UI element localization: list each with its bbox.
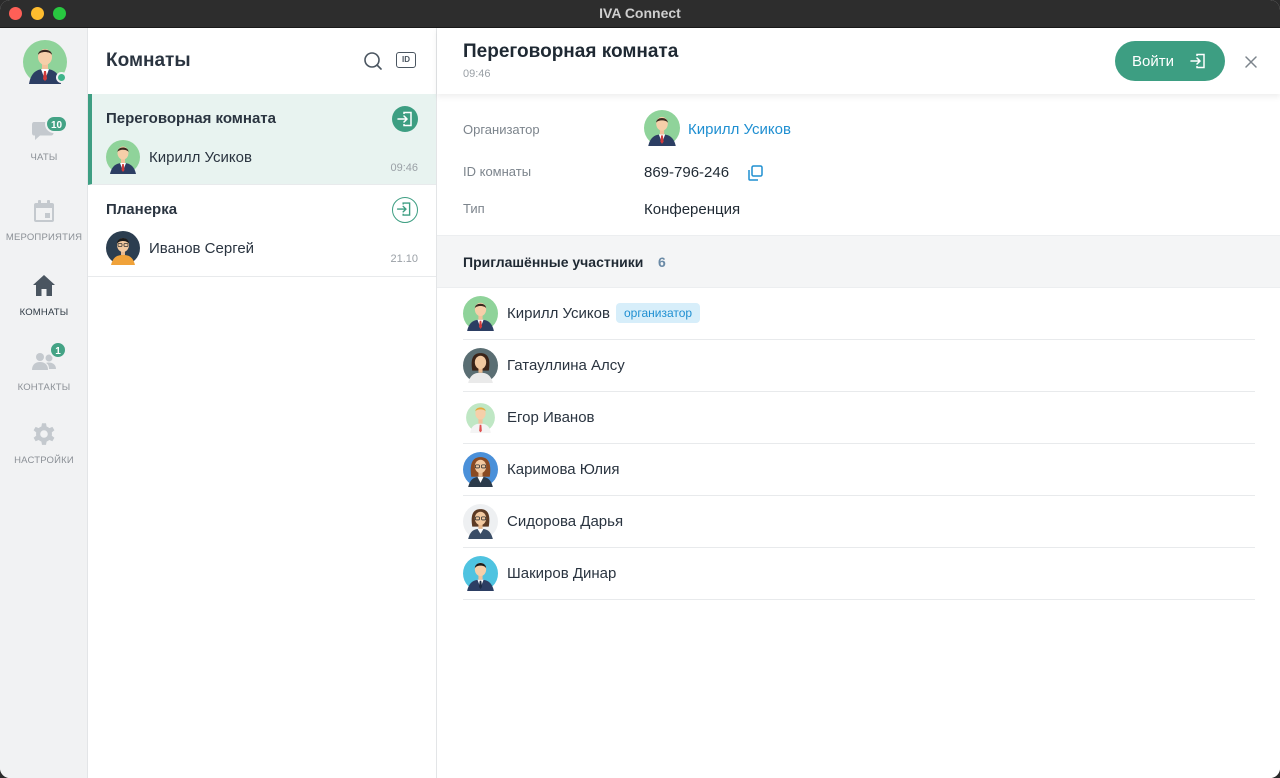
join-room-icon[interactable] bbox=[392, 197, 418, 223]
participant-avatar bbox=[466, 403, 495, 433]
type-label: Тип bbox=[463, 201, 485, 216]
participant-row[interactable]: Сидорова Дарья bbox=[463, 496, 1255, 548]
chats-unread-badge: 10 bbox=[45, 115, 69, 133]
join-room-icon[interactable] bbox=[392, 106, 418, 132]
room-name: Переговорная комната bbox=[106, 110, 276, 127]
join-button-label: Войти bbox=[1132, 53, 1174, 70]
nav-settings[interactable]: НАСТРОЙКИ bbox=[0, 421, 88, 466]
title-bar: IVA Connect bbox=[0, 0, 1280, 28]
room-detail-panel: Переговорная комната 09:46 Войти Организ… bbox=[437, 28, 1280, 778]
nav-rooms-label: КОМНАТЫ bbox=[19, 307, 69, 318]
organizer-label: Организатор bbox=[463, 122, 540, 137]
contacts-badge: 1 bbox=[49, 341, 67, 359]
online-status-indicator bbox=[56, 72, 67, 83]
nav-chats[interactable]: ЧАТЫ 10 bbox=[0, 115, 88, 163]
app-window: IVA Connect ЧАТЫ 10 МЕРОПРИЯТИЯ КОМНАТЫ … bbox=[0, 0, 1280, 778]
participants-count: 6 bbox=[658, 254, 666, 270]
participant-name: Гатауллина Алсу bbox=[507, 357, 625, 374]
person-avatar bbox=[106, 231, 140, 265]
participant-name: Шакиров Динар bbox=[507, 565, 617, 582]
participant-avatar bbox=[463, 296, 498, 331]
participant-name: Каримова Юлия bbox=[507, 461, 620, 478]
organizer-tag: организатор bbox=[616, 303, 701, 323]
room-organizer-name: Кирилл Усиков bbox=[149, 149, 252, 166]
rooms-title: Комнаты bbox=[106, 50, 191, 71]
participant-row[interactable]: Гатауллина Алсу bbox=[463, 340, 1255, 392]
close-icon[interactable] bbox=[1241, 52, 1261, 72]
participant-name: Кирилл Усиков bbox=[507, 305, 610, 322]
participant-row[interactable]: Кирилл Усиков организатор bbox=[463, 288, 1255, 340]
rooms-header: Комнаты ID bbox=[88, 28, 436, 94]
participant-avatar bbox=[463, 348, 498, 383]
nav-contacts[interactable]: КОНТАКТЫ 1 bbox=[0, 341, 88, 393]
enter-icon bbox=[1190, 53, 1205, 69]
room-list-item[interactable]: Планерка Иванов Сергей 21.10 bbox=[88, 185, 436, 277]
participants-section-header: Приглашённые участники 6 bbox=[437, 235, 1280, 288]
type-value: Конференция bbox=[644, 201, 741, 218]
nav-rooms[interactable]: КОМНАТЫ bbox=[0, 273, 88, 318]
copy-icon[interactable] bbox=[746, 164, 764, 182]
main-nav: ЧАТЫ 10 МЕРОПРИЯТИЯ КОМНАТЫ КОНТАКТЫ 1 Н… bbox=[0, 28, 88, 778]
search-icon[interactable] bbox=[362, 50, 384, 72]
participant-name: Егор Иванов bbox=[507, 409, 595, 426]
person-avatar bbox=[106, 140, 140, 174]
join-by-id-button[interactable]: ID bbox=[396, 52, 416, 68]
room-name: Планерка bbox=[106, 201, 178, 218]
home-icon bbox=[33, 275, 55, 296]
join-room-button[interactable]: Войти bbox=[1115, 41, 1225, 81]
window-title: IVA Connect bbox=[599, 5, 681, 21]
room-id-value: 869-796-246 bbox=[644, 164, 730, 181]
room-id-label: ID комнаты bbox=[463, 164, 532, 179]
room-detail-header: Переговорная комната 09:46 Войти bbox=[437, 28, 1280, 94]
room-time: 09:46 bbox=[390, 162, 418, 174]
nav-events[interactable]: МЕРОПРИЯТИЯ bbox=[0, 198, 88, 243]
gear-icon bbox=[33, 423, 55, 445]
room-detail-title: Переговорная комната bbox=[463, 41, 679, 62]
organizer-avatar bbox=[644, 110, 680, 146]
rooms-panel: Комнаты ID Переговорная комната Кирилл У… bbox=[88, 28, 437, 778]
participant-name: Сидорова Дарья bbox=[507, 513, 624, 530]
participant-row[interactable]: Каримова Юлия bbox=[463, 444, 1255, 496]
participant-avatar bbox=[463, 452, 498, 487]
nav-settings-label: НАСТРОЙКИ bbox=[14, 455, 74, 466]
participant-row[interactable]: Егор Иванов bbox=[463, 392, 1255, 444]
room-detail-time: 09:46 bbox=[463, 68, 491, 80]
room-organizer-name: Иванов Сергей bbox=[149, 240, 255, 257]
nav-events-label: МЕРОПРИЯТИЯ bbox=[5, 232, 83, 243]
room-time: 21.10 bbox=[390, 253, 418, 265]
calendar-icon bbox=[34, 200, 54, 222]
participants-title: Приглашённые участники bbox=[463, 254, 644, 270]
participant-avatar bbox=[463, 556, 498, 591]
organizer-name-link[interactable]: Кирилл Усиков bbox=[688, 121, 791, 138]
participant-avatar bbox=[463, 504, 498, 539]
participant-row[interactable]: Шакиров Динар bbox=[463, 548, 1255, 600]
nav-chats-label: ЧАТЫ bbox=[30, 152, 58, 163]
nav-contacts-label: КОНТАКТЫ bbox=[17, 382, 71, 393]
room-list-item[interactable]: Переговорная комната Кирилл Усиков 09:46 bbox=[88, 94, 436, 185]
